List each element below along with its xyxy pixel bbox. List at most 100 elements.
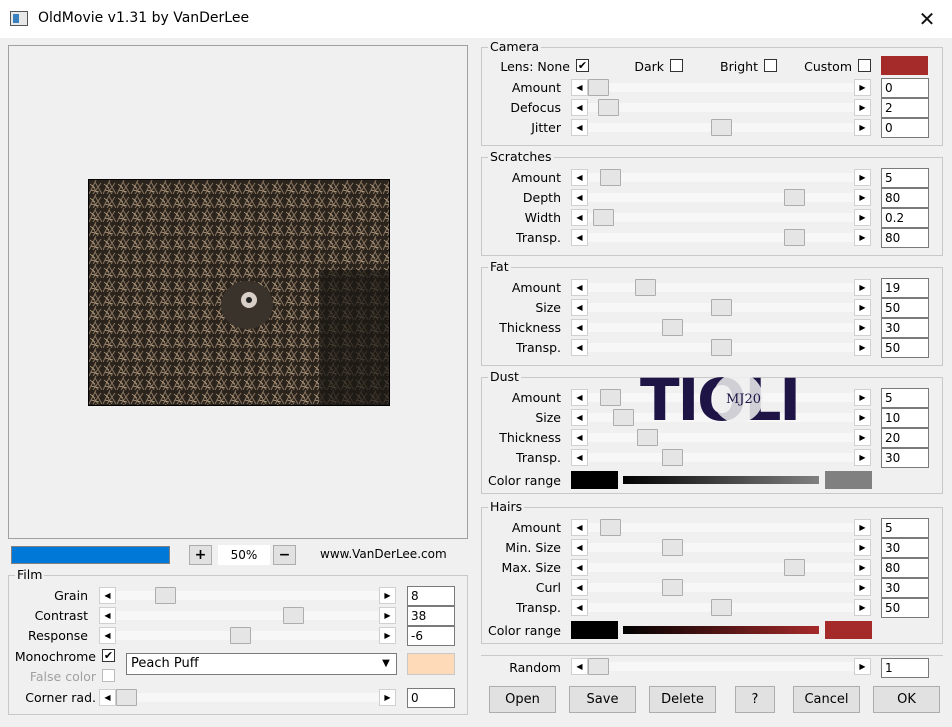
arrow-left-icon[interactable]: ◀	[571, 658, 588, 675]
arrow-left-icon[interactable]: ◀	[99, 607, 116, 624]
arrow-right-icon[interactable]: ▶	[854, 79, 871, 96]
arrow-left-icon[interactable]: ◀	[571, 409, 588, 426]
slider-thumb[interactable]	[597, 99, 619, 116]
dust-transp-slider[interactable]: ◀ ▶	[571, 449, 871, 466]
slider-thumb[interactable]	[612, 409, 634, 426]
hairs-max-size-slider[interactable]: ◀ ▶	[571, 559, 871, 576]
slider-thumb[interactable]	[710, 339, 732, 356]
scratches-depth-slider[interactable]: ◀ ▶	[571, 189, 871, 206]
dust-color-to-swatch[interactable]	[825, 471, 872, 489]
scratches-transp-slider[interactable]: ◀ ▶	[571, 229, 871, 246]
arrow-left-icon[interactable]: ◀	[571, 169, 588, 186]
arrow-right-icon[interactable]: ▶	[379, 627, 396, 644]
arrow-left-icon[interactable]: ◀	[571, 209, 588, 226]
slider-thumb[interactable]	[637, 429, 658, 446]
arrow-left-icon[interactable]: ◀	[99, 627, 116, 644]
camera-jitter-value[interactable]: 0	[881, 118, 929, 138]
camera-jitter-slider[interactable]: ◀ ▶	[571, 119, 871, 136]
dust-thickness-slider[interactable]: ◀ ▶	[571, 429, 871, 446]
slider-thumb[interactable]	[710, 299, 732, 316]
random-value[interactable]: 1	[881, 658, 929, 678]
ok-button[interactable]: OK	[873, 686, 940, 713]
lens-checkbox[interactable]: ✔	[576, 59, 589, 72]
arrow-left-icon[interactable]: ◀	[571, 429, 588, 446]
delete-button[interactable]: Delete	[649, 686, 716, 713]
close-icon[interactable]: ✕	[912, 6, 942, 32]
slider-thumb[interactable]	[710, 119, 732, 136]
arrow-right-icon[interactable]: ▶	[854, 599, 871, 616]
arrow-right-icon[interactable]: ▶	[854, 169, 871, 186]
arrow-right-icon[interactable]: ▶	[379, 587, 396, 604]
arrow-right-icon[interactable]: ▶	[854, 119, 871, 136]
bright-checkbox[interactable]	[764, 59, 777, 72]
scratches-transp-value[interactable]: 80	[881, 228, 929, 248]
slider-thumb[interactable]	[600, 389, 622, 406]
fat-transp-value[interactable]: 50	[881, 338, 929, 358]
slider-thumb[interactable]	[116, 689, 137, 706]
slider-thumb[interactable]	[661, 319, 683, 336]
hairs-transp-value[interactable]: 50	[881, 598, 929, 618]
dust-size-value[interactable]: 10	[881, 408, 929, 428]
zoom-out-button[interactable]: −	[273, 545, 296, 565]
film-response-value[interactable]: -6	[407, 626, 455, 646]
arrow-right-icon[interactable]: ▶	[854, 389, 871, 406]
film-contrast-value[interactable]: 38	[407, 606, 455, 626]
preview-image[interactable]	[88, 179, 390, 406]
slider-thumb[interactable]	[588, 79, 609, 96]
camera-color-swatch[interactable]	[881, 56, 928, 75]
arrow-right-icon[interactable]: ▶	[854, 279, 871, 296]
fat-size-slider[interactable]: ◀ ▶	[571, 299, 871, 316]
arrow-right-icon[interactable]: ▶	[854, 429, 871, 446]
save-button[interactable]: Save	[569, 686, 636, 713]
corner-radius-value[interactable]: 0	[407, 688, 455, 708]
slider-thumb[interactable]	[588, 658, 609, 675]
arrow-right-icon[interactable]: ▶	[854, 449, 871, 466]
fat-amount-slider[interactable]: ◀ ▶	[571, 279, 871, 296]
slider-thumb[interactable]	[229, 627, 251, 644]
scratches-depth-value[interactable]: 80	[881, 188, 929, 208]
dust-thickness-value[interactable]: 20	[881, 428, 929, 448]
camera-defocus-slider[interactable]: ◀ ▶	[571, 99, 871, 116]
slider-thumb[interactable]	[710, 599, 732, 616]
hairs-amount-value[interactable]: 5	[881, 518, 929, 538]
arrow-left-icon[interactable]: ◀	[99, 587, 116, 604]
arrow-left-icon[interactable]: ◀	[571, 559, 588, 576]
cancel-button[interactable]: Cancel	[793, 686, 860, 713]
fat-amount-value[interactable]: 19	[881, 278, 929, 298]
zoom-in-button[interactable]: +	[189, 545, 212, 565]
dark-checkbox[interactable]	[670, 59, 683, 72]
camera-defocus-value[interactable]: 2	[881, 98, 929, 118]
hairs-color-from-swatch[interactable]	[571, 621, 618, 639]
hairs-max-size-value[interactable]: 80	[881, 558, 929, 578]
arrow-left-icon[interactable]: ◀	[99, 689, 116, 706]
arrow-left-icon[interactable]: ◀	[571, 189, 588, 206]
film-grain-value[interactable]: 8	[407, 586, 455, 606]
slider-thumb[interactable]	[661, 449, 683, 466]
hairs-transp-slider[interactable]: ◀ ▶	[571, 599, 871, 616]
film-response-slider[interactable]: ◀ ▶	[99, 627, 396, 644]
slider-thumb[interactable]	[784, 559, 805, 576]
scratches-amount-slider[interactable]: ◀ ▶	[571, 169, 871, 186]
hairs-color-to-swatch[interactable]	[825, 621, 872, 639]
arrow-left-icon[interactable]: ◀	[571, 519, 588, 536]
hairs-curl-value[interactable]: 30	[881, 578, 929, 598]
arrow-right-icon[interactable]: ▶	[854, 559, 871, 576]
arrow-right-icon[interactable]: ▶	[854, 658, 871, 675]
scratches-width-value[interactable]: 0.2	[881, 208, 929, 228]
arrow-left-icon[interactable]: ◀	[571, 579, 588, 596]
arrow-right-icon[interactable]: ▶	[854, 409, 871, 426]
dust-color-from-swatch[interactable]	[571, 471, 618, 489]
hairs-min-size-value[interactable]: 30	[881, 538, 929, 558]
arrow-right-icon[interactable]: ▶	[854, 579, 871, 596]
arrow-right-icon[interactable]: ▶	[854, 319, 871, 336]
tint-dropdown[interactable]: Peach Puff ▼	[126, 653, 397, 675]
slider-thumb[interactable]	[282, 607, 304, 624]
help-button[interactable]: ?	[735, 686, 775, 713]
arrow-right-icon[interactable]: ▶	[854, 539, 871, 556]
slider-thumb[interactable]	[661, 539, 683, 556]
arrow-left-icon[interactable]: ◀	[571, 99, 588, 116]
slider-thumb[interactable]	[661, 579, 683, 596]
slider-thumb[interactable]	[600, 519, 622, 536]
slider-thumb[interactable]	[784, 229, 805, 246]
arrow-right-icon[interactable]: ▶	[854, 519, 871, 536]
